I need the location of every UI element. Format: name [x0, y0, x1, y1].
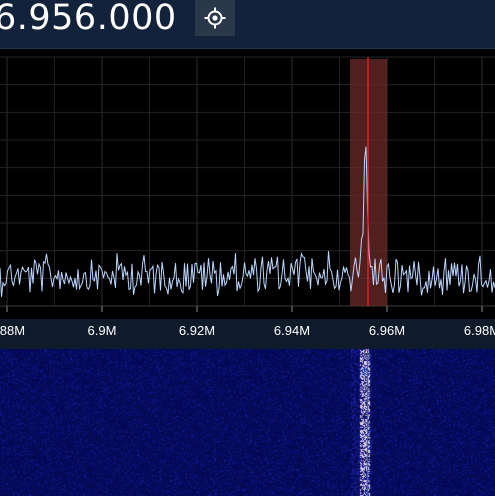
sdr-app: 6.956.000 6.88M 6.9M 6.92M 6.94M 6.96M 6.98M	[0, 0, 495, 496]
frequency-tick-label: 6.96M	[369, 323, 405, 338]
spectrum-trace	[0, 146, 495, 297]
frequency-tick-label: 6.88M	[0, 323, 25, 338]
frequency-tick-label: 6.92M	[179, 323, 215, 338]
frequency-display[interactable]: 6.956.000	[0, 0, 177, 36]
frequency-tick-label: 6.98M	[464, 323, 495, 338]
waterfall-canvas[interactable]	[0, 349, 495, 496]
frequency-tick-label: 6.94M	[274, 323, 310, 338]
frequency-tick-label: 6.9M	[88, 323, 117, 338]
center-frequency-button[interactable]	[195, 0, 235, 36]
waterfall-tuning-line	[367, 349, 368, 496]
spectrum-plot[interactable]: 6.88M 6.9M 6.92M 6.94M 6.96M 6.98M	[0, 49, 495, 349]
waterfall-display[interactable]	[0, 349, 495, 496]
spectrum-display[interactable]: 6.88M 6.9M 6.92M 6.94M 6.96M 6.98M	[0, 49, 495, 338]
crosshair-icon	[204, 7, 226, 29]
frequency-bar: 6.956.000	[0, 0, 495, 49]
